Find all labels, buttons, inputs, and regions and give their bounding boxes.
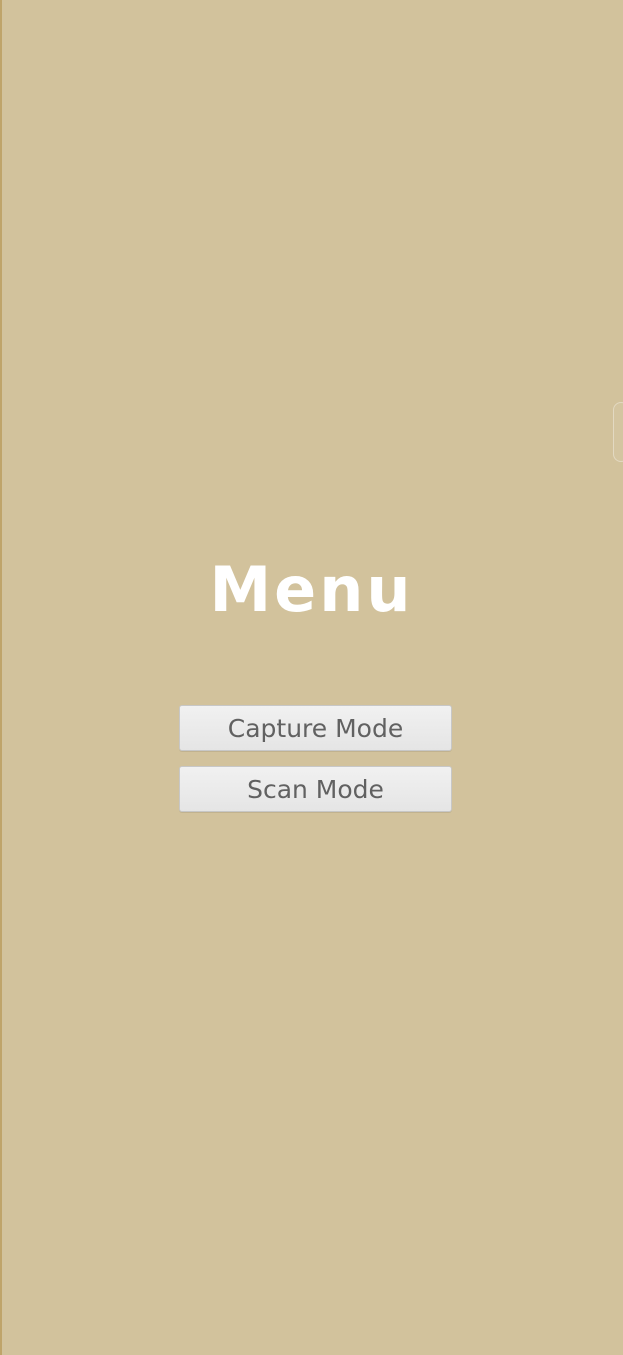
capture-mode-button[interactable]: Capture Mode <box>179 705 452 751</box>
page-title: Menu <box>209 553 414 626</box>
edge-handle-icon <box>613 402 623 462</box>
menu-screen: Menu Capture Mode Scan Mode <box>0 0 623 1355</box>
left-edge-strip <box>0 0 2 1355</box>
scan-mode-button[interactable]: Scan Mode <box>179 766 452 812</box>
